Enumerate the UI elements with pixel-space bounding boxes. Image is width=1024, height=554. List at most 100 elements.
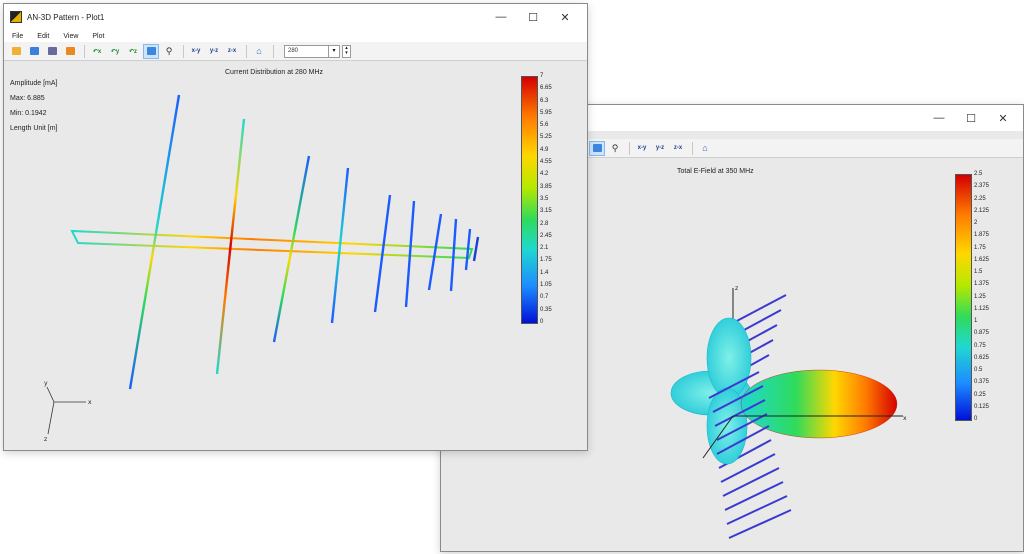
view-xy-button[interactable]: x-y xyxy=(634,141,650,156)
rotate-z-button[interactable]: ↶z xyxy=(125,44,141,59)
view-zx-button[interactable]: z-x xyxy=(670,141,686,156)
colorbar-tick-label: 5.95 xyxy=(540,109,552,116)
view-yz-button[interactable]: y-z xyxy=(652,141,668,156)
antenna-current-plot: y x z xyxy=(44,94,480,443)
colorbar xyxy=(955,174,972,421)
menu-plot[interactable]: Plot xyxy=(92,33,104,40)
zoom-button[interactable]: ⚲ xyxy=(161,44,177,59)
zoom-button[interactable]: ⚲ xyxy=(607,141,623,156)
x-axis-label: x xyxy=(88,399,92,406)
colorbar-tick-label: 1.875 xyxy=(974,232,990,239)
print-button[interactable] xyxy=(44,44,60,59)
colorbar-tick-label: 2.5 xyxy=(974,171,983,177)
menu-file[interactable]: File xyxy=(12,33,23,40)
colorbar-tick-label: 0.75 xyxy=(974,342,986,349)
toolbar: ↶x ↶y ↶z ⚲ x-y y-z z-x ⌂ 280 ▾ ▴ ▾ xyxy=(4,42,587,61)
window-controls: — ☐ ✕ xyxy=(485,4,581,30)
pan-button[interactable] xyxy=(589,140,605,156)
colorbar-tick-label: 7 xyxy=(540,73,544,79)
colorbar-tick-label: 1.625 xyxy=(974,256,990,263)
maximize-button[interactable]: ☐ xyxy=(517,4,549,30)
colorbar-tick-label: 1.25 xyxy=(974,293,986,300)
move-icon xyxy=(592,144,602,152)
move-icon xyxy=(146,47,156,55)
colorbar-ticks: 2.5 2.375 2.25 2.125 2 1.875 1.75 1.625 1.5 1.375… xyxy=(974,171,989,422)
view-yz-button[interactable]: y-z xyxy=(206,44,222,59)
rotate-y-button[interactable]: ↶y xyxy=(107,44,123,59)
colorbar-tick-label: 1.05 xyxy=(540,282,552,289)
view-xy-button[interactable]: x-y xyxy=(188,44,204,59)
colorbar-tick-label: 2.25 xyxy=(974,195,986,202)
magnifier-icon: ⚲ xyxy=(165,45,173,56)
home-view-button[interactable]: ⌂ xyxy=(697,141,713,156)
axes-triad xyxy=(46,386,86,435)
colorbar-tick-label: 0.625 xyxy=(974,354,990,361)
colorbar-tick-label: 0.5 xyxy=(974,367,983,373)
colorbar-tick-label: 1.4 xyxy=(540,269,549,276)
rotate-x-button[interactable]: ↶x xyxy=(89,44,105,59)
window-controls: — ☐ ✕ xyxy=(923,105,1019,131)
frequency-spinner[interactable]: ▴ ▾ xyxy=(342,44,351,58)
window-title: AN-3D Pattern - Plot1 xyxy=(27,12,105,22)
colorbar-ticks: 7 6.65 6.3 5.95 5.6 5.25 4.9 4.55 4.2 3.85 3.5 3.15… xyxy=(540,73,552,325)
x-axis-label: x xyxy=(903,415,907,422)
menu-edit[interactable]: Edit xyxy=(37,33,49,40)
title-bar[interactable]: AN-3D Pattern - Plot1 — ☐ ✕ xyxy=(4,4,587,30)
colorbar-tick-label: 4.55 xyxy=(540,159,552,166)
pan-button[interactable] xyxy=(143,43,159,59)
colorbar-tick-label: 5.6 xyxy=(540,122,549,129)
colorbar-tick-label: 3.85 xyxy=(540,183,552,190)
colorbar-tick-label: 4.2 xyxy=(540,171,549,178)
z-axis-label: z xyxy=(44,436,47,443)
colorbar-tick-label: 0.375 xyxy=(974,379,990,386)
colorbar-tick-label: 2.125 xyxy=(974,207,990,214)
export-icon xyxy=(65,47,75,55)
colorbar-tick-label: 1.75 xyxy=(540,257,552,264)
plot-area[interactable]: Current Distribution at 280 MHz Amplitud… xyxy=(4,61,587,450)
colorbar-tick-label: 2.8 xyxy=(540,220,549,227)
home-icon: ⌂ xyxy=(702,143,708,153)
colorbar-tick-label: 0.875 xyxy=(974,330,990,337)
colorbar-tick-label: 0 xyxy=(974,416,978,422)
colorbar-tick-label: 0.7 xyxy=(540,294,549,301)
view-zx-button[interactable]: z-x xyxy=(224,44,240,59)
folder-icon xyxy=(11,47,21,55)
home-view-button[interactable]: ⌂ xyxy=(251,44,267,59)
export-button[interactable] xyxy=(62,44,78,59)
printer-icon xyxy=(47,47,57,55)
magnifier-icon: ⚲ xyxy=(611,142,619,153)
chevron-down-icon[interactable]: ▾ xyxy=(329,44,340,58)
frequency-select[interactable]: 280 xyxy=(284,44,329,58)
colorbar-tick-label: 2.45 xyxy=(540,232,552,239)
save-button[interactable] xyxy=(26,44,42,59)
disk-icon xyxy=(29,47,39,55)
colorbar-tick-label: 0.125 xyxy=(974,403,990,410)
colorbar-tick-label: 4.9 xyxy=(540,146,549,153)
app-icon xyxy=(10,11,22,23)
colorbar-tick-label: 2.1 xyxy=(540,245,549,252)
back-lobe-top xyxy=(706,317,752,399)
y-axis-label: y xyxy=(44,380,48,387)
close-button[interactable]: ✕ xyxy=(987,105,1019,131)
minimize-button[interactable]: — xyxy=(923,105,955,131)
colorbar xyxy=(521,76,538,324)
maximize-button[interactable]: ☐ xyxy=(955,105,987,131)
colorbar-tick-label: 1.375 xyxy=(974,281,990,288)
minimize-button[interactable]: — xyxy=(485,4,517,30)
window-current-distribution[interactable]: AN-3D Pattern - Plot1 — ☐ ✕ File Edit Vi… xyxy=(3,3,588,451)
home-icon: ⌂ xyxy=(256,46,262,56)
colorbar-tick-label: 1.75 xyxy=(974,244,986,251)
menu-view[interactable]: View xyxy=(63,33,78,40)
colorbar-tick-label: 6.65 xyxy=(540,85,552,92)
z-axis-label: z xyxy=(735,285,738,292)
close-button[interactable]: ✕ xyxy=(549,4,581,30)
colorbar-tick-label: 1.125 xyxy=(974,305,990,312)
colorbar-tick-label: 3.15 xyxy=(540,208,552,215)
colorbar-tick-label: 0.25 xyxy=(974,391,986,398)
colorbar-tick-label: 2.375 xyxy=(974,183,990,190)
colorbar-tick-label: 5.25 xyxy=(540,134,552,141)
colorbar-tick-label: 1.5 xyxy=(974,269,983,275)
open-button[interactable] xyxy=(8,44,24,59)
menu-bar: File Edit View Plot xyxy=(4,30,587,42)
colorbar-tick-label: 0 xyxy=(540,318,544,325)
